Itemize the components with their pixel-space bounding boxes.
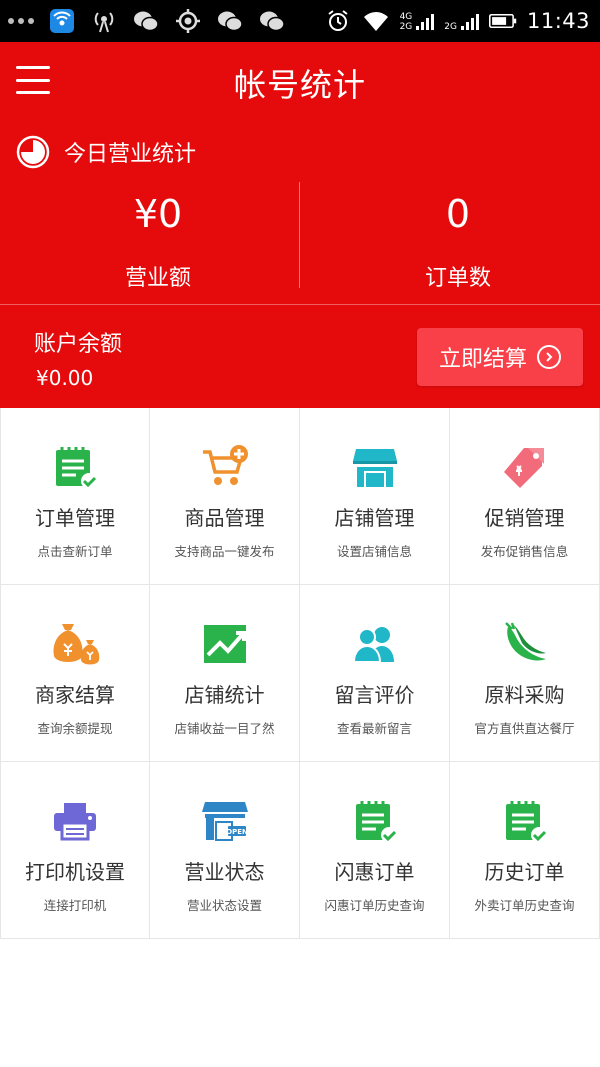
alarm-icon	[324, 9, 352, 33]
open-shop-icon: OPEN	[200, 796, 250, 846]
tile-title: 闪惠订单	[334, 860, 415, 884]
chili-pepper-icon	[500, 619, 550, 669]
tile-subtitle: 连接打印机	[43, 898, 107, 913]
divider	[299, 182, 300, 288]
tile-title: 店铺统计	[184, 683, 265, 707]
merchant-settlement-tile[interactable]: 商家结算 查询余额提现	[0, 585, 150, 762]
procurement-tile[interactable]: 原料采购 官方直供直达餐厅	[450, 585, 600, 762]
account-stats-header: 帐号统计 今日营业统计 ¥0 营业额 0 订单数 账户余额 ¥0.00 立即结算	[0, 42, 600, 408]
open-sign-text: OPEN	[226, 828, 248, 836]
cart-add-icon	[200, 442, 250, 492]
users-icon	[350, 619, 400, 669]
tile-subtitle: 外卖订单历史查询	[474, 898, 575, 913]
divider	[0, 304, 600, 305]
reviews-tile[interactable]: 留言评价 查看最新留言	[300, 585, 450, 762]
network-type-label: 2G	[444, 22, 457, 32]
tile-title: 历史订单	[484, 860, 565, 884]
tile-title: 打印机设置	[25, 860, 125, 884]
more-dots-icon	[8, 18, 34, 24]
printer-settings-tile[interactable]: 打印机设置 连接打印机	[0, 762, 150, 939]
revenue-label: 营业额	[124, 266, 191, 291]
network-type-label: 4G	[399, 12, 413, 22]
tile-title: 原料采购	[484, 683, 565, 707]
revenue-stat: ¥0 营业额	[8, 188, 308, 292]
trend-chart-icon	[200, 619, 250, 669]
tile-subtitle: 官方直供直达餐厅	[474, 721, 575, 736]
tile-subtitle: 设置店铺信息	[336, 544, 412, 559]
tile-title: 商品管理	[184, 506, 265, 530]
tile-subtitle: 查看最新留言	[336, 721, 412, 736]
order-list-icon	[350, 796, 400, 846]
battery-icon	[488, 9, 517, 33]
wechat-icon	[216, 9, 244, 33]
wireless-signal-icon	[90, 9, 118, 33]
tile-subtitle: 店铺收益一目了然	[174, 721, 275, 736]
tile-title: 商家结算	[35, 683, 115, 707]
orders-stat: 0 订单数	[308, 188, 600, 292]
history-orders-tile[interactable]: 历史订单 外卖订单历史查询	[450, 762, 600, 939]
tile-title: 促销管理	[484, 506, 565, 530]
page-title: 帐号统计	[233, 66, 366, 104]
settle-now-button[interactable]: 立即结算	[417, 328, 583, 386]
shop-management-tile[interactable]: 店铺管理 设置店铺信息	[300, 408, 450, 585]
tile-subtitle: 闪惠订单历史查询	[324, 898, 425, 913]
tile-title: 营业状态	[184, 860, 265, 884]
storefront-icon	[350, 442, 400, 492]
wechat-icon	[132, 9, 160, 33]
balance-label: 账户余额	[34, 332, 123, 357]
order-management-tile[interactable]: 订单管理 点击查新订单	[0, 408, 150, 585]
printer-icon	[50, 796, 100, 846]
clock: 11:43	[526, 9, 590, 33]
settle-now-label: 立即结算	[438, 347, 527, 372]
shop-statistics-tile[interactable]: 店铺统计 店铺收益一目了然	[150, 585, 300, 762]
status-bar: 4G 2G 2G 11:43	[0, 0, 600, 42]
orders-value: 0	[445, 192, 471, 236]
tile-subtitle: 支持商品一键发布	[174, 544, 275, 559]
order-list-icon	[500, 796, 550, 846]
wechat-icon	[258, 9, 286, 33]
gps-icon	[174, 9, 202, 33]
tile-title: 店铺管理	[334, 506, 415, 530]
flash-deal-orders-tile[interactable]: 闪惠订单 闪惠订单历史查询	[300, 762, 450, 939]
product-management-tile[interactable]: 商品管理 支持商品一键发布	[150, 408, 300, 585]
business-status-tile[interactable]: OPEN 营业状态 营业状态设置	[150, 762, 300, 939]
tile-subtitle: 查询余额提现	[37, 721, 113, 736]
price-tag-icon	[500, 442, 550, 492]
network-type-label: 2G	[399, 22, 413, 32]
tile-subtitle: 发布促销售信息	[480, 544, 569, 559]
function-grid: 订单管理 点击查新订单 商品管理 支持商品一键发布 店铺管理 设置店铺信息 促销…	[0, 408, 600, 941]
chevron-right-icon	[537, 345, 561, 369]
wifi-icon	[362, 9, 390, 33]
tile-title: 留言评价	[334, 683, 415, 707]
tile-subtitle: 点击查新订单	[37, 544, 113, 559]
today-stats-label: 今日营业统计	[64, 142, 197, 167]
tile-subtitle: 营业状态设置	[186, 898, 262, 913]
promotion-management-tile[interactable]: 促销管理 发布促销售信息	[450, 408, 600, 585]
order-list-icon	[50, 442, 100, 492]
orders-label: 订单数	[424, 266, 491, 291]
hotspot-app-icon	[48, 9, 76, 33]
money-bag-icon	[50, 619, 100, 669]
cell-signal-icon: 4G 2G	[400, 10, 435, 32]
cell-signal-icon: 2G	[444, 10, 479, 32]
today-stats-heading: 今日营业统计	[16, 134, 196, 170]
tile-title: 订单管理	[35, 506, 115, 530]
pie-chart-icon	[16, 135, 50, 169]
balance-value: ¥0.00	[36, 366, 94, 390]
revenue-value: ¥0	[133, 192, 183, 236]
